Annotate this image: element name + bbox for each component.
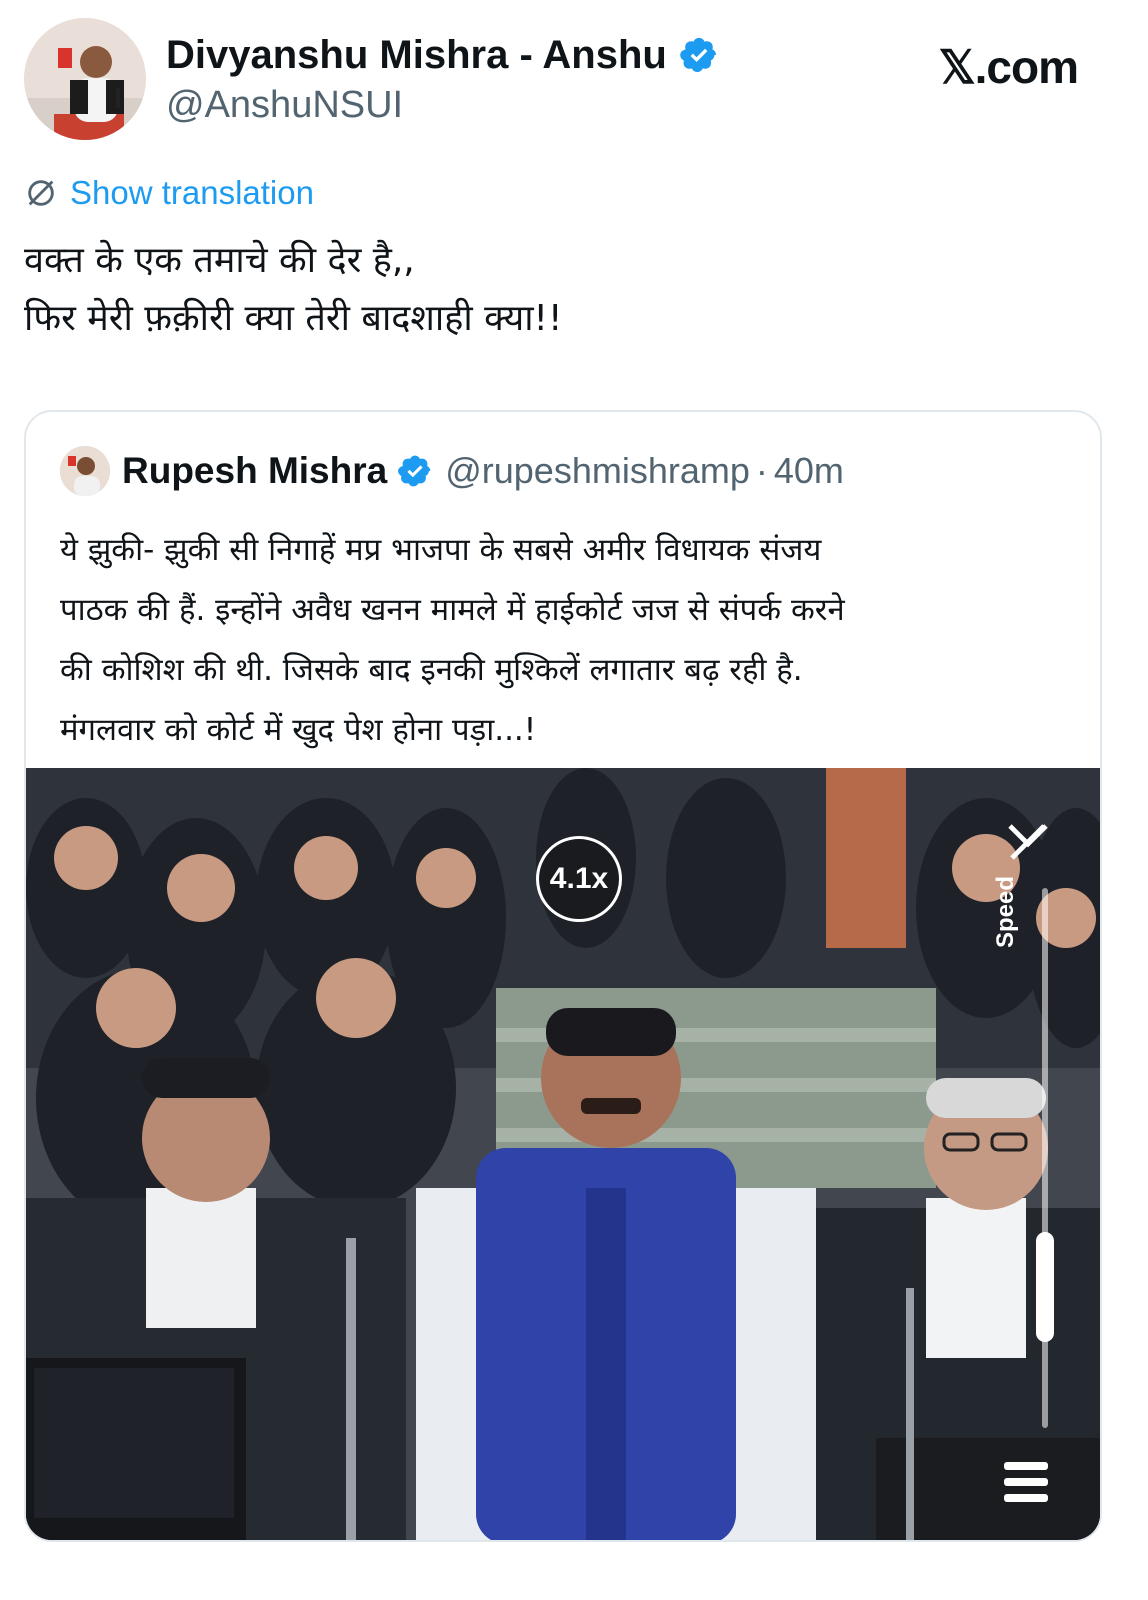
video-player[interactable]: 4.1x Speed (26, 768, 1100, 1540)
avatar[interactable] (24, 18, 146, 140)
show-translation-label[interactable]: Show translation (70, 174, 314, 212)
quoted-verified-badge-icon[interactable] (397, 453, 433, 489)
show-translation-link[interactable]: Show translation (24, 174, 314, 212)
speed-icon[interactable] (1004, 818, 1052, 866)
quoted-tweet-header: Rupesh Mishra @rupeshmishramp · 40m (60, 446, 844, 496)
quoted-tweet[interactable]: Rupesh Mishra @rupeshmishramp · 40m ये झ… (24, 410, 1102, 1542)
speed-label: Speed (992, 875, 1019, 948)
tweet-text: वक्त के एक तमाचे की देर है,, फिर मेरी फ़… (24, 240, 563, 339)
speed-slider-knob[interactable] (1036, 1232, 1054, 1342)
verified-badge-icon[interactable] (679, 35, 719, 75)
quoted-handle[interactable]: @rupeshmishramp (445, 450, 750, 492)
globe-icon (24, 176, 58, 210)
x-watermark: 𝕏.com (938, 41, 1079, 93)
display-name[interactable]: Divyanshu Mishra - Anshu (166, 32, 719, 78)
quoted-display-name[interactable]: Rupesh Mishra (122, 450, 387, 492)
name-block: Divyanshu Mishra - Anshu @AnshuNSUI (166, 32, 719, 128)
speed-slider-track[interactable] (1042, 888, 1048, 1428)
handle[interactable]: @AnshuNSUI (166, 82, 719, 128)
menu-icon[interactable] (1000, 1458, 1052, 1506)
quoted-timestamp[interactable]: 40m (774, 450, 844, 492)
speed-indicator-badge[interactable]: 4.1x (536, 836, 622, 922)
separator-dot: · (755, 450, 768, 491)
display-name-text[interactable]: Divyanshu Mishra - Anshu (166, 32, 667, 78)
quoted-tweet-text: ये झुकी- झुकी सी निगाहें मप्र भाजपा के स… (60, 532, 845, 748)
quoted-avatar[interactable] (60, 446, 110, 496)
tweet-header: Divyanshu Mishra - Anshu @AnshuNSUI 𝕏.co… (24, 18, 1124, 140)
